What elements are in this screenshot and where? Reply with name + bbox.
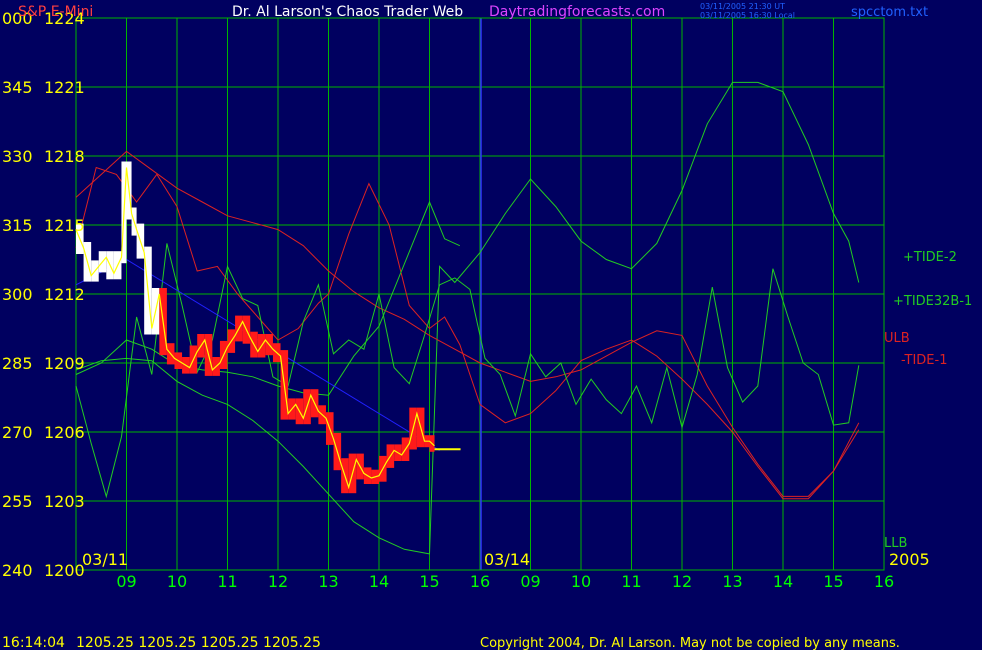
series-label-tide2: +TIDE-2 (903, 250, 957, 265)
x-tick-label: 09 (520, 572, 540, 591)
x-tick-label: 15 (419, 572, 439, 591)
page-title: Dr. Al Larson's Chaos Trader Web (232, 4, 463, 20)
series-label-ulb: ULB (884, 331, 910, 346)
footer-prices: 1205.25 1205.25 1205.25 1205.25 (76, 635, 321, 650)
site-name: Daytradingforecasts.com (489, 4, 665, 20)
x-tick-label: 16 (874, 572, 894, 591)
x-tick-label: 11 (217, 572, 237, 591)
y-price-label: 1215 (44, 216, 85, 235)
y-angle-label: 255 (2, 492, 33, 511)
y-angle-label: 330 (2, 147, 33, 166)
y-angle-label: 300 (2, 285, 33, 304)
year-label: 2005 (889, 550, 930, 569)
y-price-label: 1212 (44, 285, 85, 304)
y-price-label: 1206 (44, 423, 85, 442)
x-tick-label: 12 (672, 572, 692, 591)
x-tick-label: 13 (318, 572, 338, 591)
series-label-tide1: -TIDE-1 (901, 353, 947, 368)
x-tick-label: 11 (621, 572, 641, 591)
chart-marks (75, 81, 860, 555)
y-angle-label: 285 (2, 354, 33, 373)
y-angle-label: 345 (2, 78, 33, 97)
time-local: 03/11/2005 16:30 Local (700, 11, 795, 20)
footer-time: 16:14:04 (2, 635, 65, 650)
y-price-label: 1218 (44, 147, 85, 166)
x-tick-label: 14 (369, 572, 389, 591)
date-label: 03/11 (82, 550, 128, 569)
y-price-label: 1221 (44, 78, 85, 97)
chart-canvas: 000 1224345 1221330 1218315 1215300 1212285 12… (2, 2, 972, 650)
footer-copyright: Copyright 2004, Dr. Al Larson. May not b… (480, 636, 900, 650)
x-tick-label: 16 (470, 572, 490, 591)
y-angle-label: 315 (2, 216, 33, 235)
y-price-label: 1200 (44, 561, 85, 580)
instrument-title: S&P E-Mini (18, 4, 93, 20)
series-line (75, 81, 860, 555)
date-label: 03/14 (484, 550, 530, 569)
series-label-llb: LLB (884, 536, 907, 551)
x-tick-label: 12 (268, 572, 288, 591)
data-file-name: spcctom.txt (851, 5, 928, 20)
y-price-label: 1209 (44, 354, 85, 373)
time-ut: 03/11/2005 21:30 UT (700, 2, 785, 11)
x-tick-label: 10 (167, 572, 187, 591)
x-tick-label: 09 (116, 572, 136, 591)
y-angle-label: 270 (2, 423, 33, 442)
chart-grid (75, 17, 885, 571)
y-angle-label: 240 (2, 561, 33, 580)
x-tick-label: 14 (773, 572, 793, 591)
series-line (75, 166, 860, 500)
x-tick-label: 15 (823, 572, 843, 591)
x-tick-label: 13 (722, 572, 742, 591)
x-tick-label: 10 (571, 572, 591, 591)
y-price-label: 1203 (44, 492, 85, 511)
series-label-tide32b: +TIDE32B-1 (893, 294, 972, 309)
